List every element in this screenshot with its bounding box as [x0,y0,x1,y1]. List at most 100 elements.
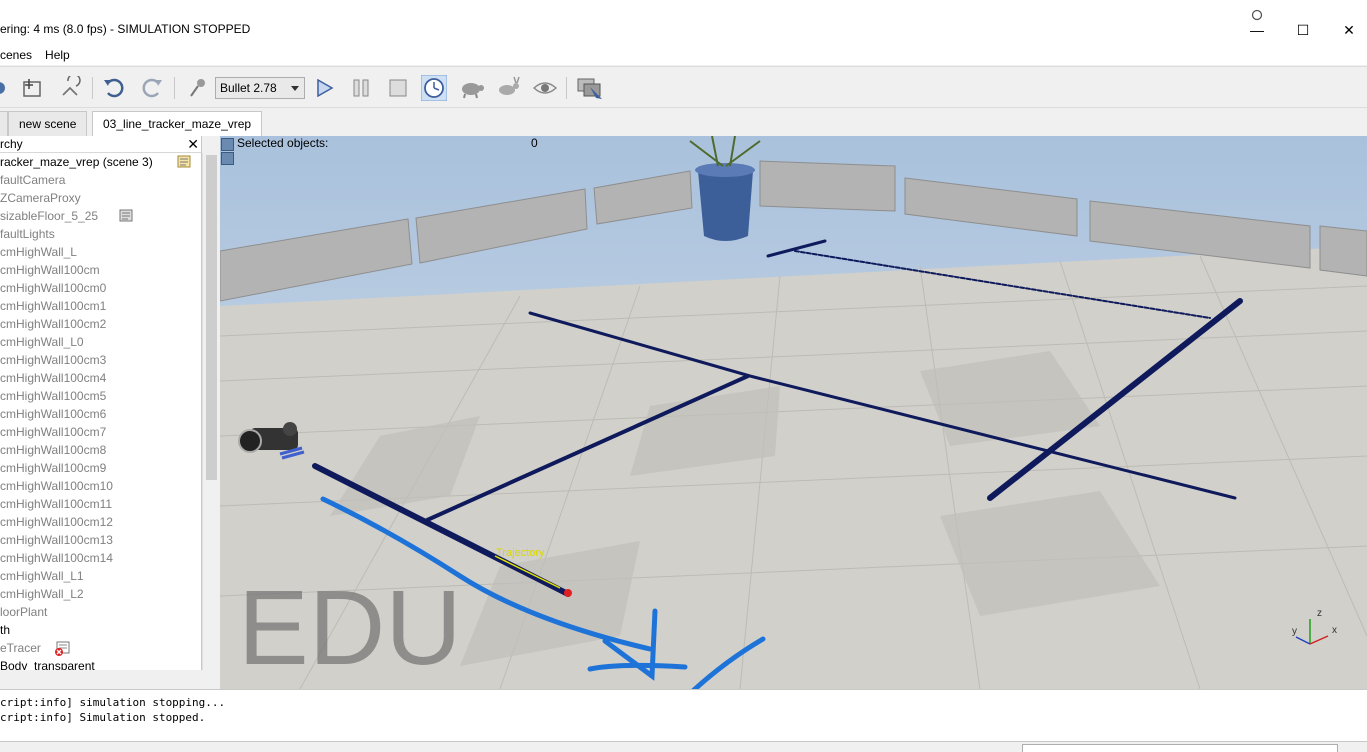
hierarchy-item[interactable]: cmHighWall100cm2 [0,315,201,333]
hierarchy-item-label: cmHighWall100cm13 [0,533,113,547]
hierarchy-item[interactable]: Body_transparent [0,657,201,670]
menu-bar: cenes Help [0,45,1367,65]
hierarchy-item[interactable]: faultCamera [0,171,201,189]
hierarchy-item[interactable]: cmHighWall100cm10 [0,477,201,495]
hierarchy-item-label: cmHighWall100cm3 [0,353,107,367]
script-error-icon [55,641,70,656]
close-icon[interactable]: ✕ [187,136,199,152]
hierarchy-item[interactable]: cmHighWall_L0 [0,333,201,351]
play-icon[interactable] [311,75,337,101]
hierarchy-item[interactable]: sizableFloor_5_25 [0,207,201,225]
console-line: cript:info] simulation stopping... [0,696,226,709]
redo-icon[interactable] [139,75,165,101]
console-line: cript:info] Simulation stopped. [0,711,206,724]
hierarchy-item[interactable]: faultLights [0,225,201,243]
undo-icon[interactable] [101,75,127,101]
visualization-icon[interactable] [532,75,558,101]
hierarchy-item-label: th [0,623,11,637]
hierarchy-item[interactable]: cmHighWall100cm3 [0,351,201,369]
hierarchy-item-label: Body_transparent [0,659,95,670]
hierarchy-item-label: cmHighWall100cm5 [0,389,107,403]
status-console: cript:info] simulation stopping... cript… [0,689,1367,741]
tab-line-tracker-maze[interactable]: 03_line_tracker_maze_vrep [92,111,263,136]
hierarchy-item[interactable]: cmHighWall_L1 [0,567,201,585]
minimize-button[interactable]: — [1234,18,1280,42]
scene-hierarchy-panel: rchy ✕ racker_maze_vrep (scene 3) faultC… [0,136,202,670]
toolbar: Bullet 2.78 [0,66,1367,108]
layers-icon[interactable] [576,75,602,101]
collapse-button[interactable] [221,138,234,151]
hierarchy-item[interactable]: cmHighWall100cm0 [0,279,201,297]
speed-up-icon[interactable] [495,75,521,101]
title-bar: ering: 4 ms (8.0 fps) - SIMULATION STOPP… [0,0,1367,45]
menu-scenes[interactable]: cenes [0,48,39,62]
hierarchy-item[interactable]: cmHighWall100cm11 [0,495,201,513]
scene-tabs: new scene 03_line_tracker_maze_vrep [0,109,1367,136]
command-input[interactable] [1022,744,1338,752]
hierarchy-item[interactable]: cmHighWall100cm6 [0,405,201,423]
hierarchy-item-label: faultCamera [0,173,66,187]
stop-icon[interactable] [385,75,411,101]
object-shift-icon[interactable] [20,75,46,101]
hierarchy-item-label: cmHighWall100cm12 [0,515,113,529]
hierarchy-title: rchy [0,137,23,151]
minimize-icon: — [1250,22,1264,38]
tab-new-scene[interactable]: new scene [8,111,88,136]
realtime-mode-icon[interactable] [421,75,447,101]
status-bar [0,741,1367,752]
window-title: ering: 4 ms (8.0 fps) - SIMULATION STOPP… [0,22,251,36]
menu-help[interactable]: Help [39,48,77,62]
hierarchy-item[interactable]: cmHighWall100cm14 [0,549,201,567]
tab-label: 03_line_tracker_maze_vrep [103,117,252,131]
hierarchy-item[interactable]: cmHighWall100cm4 [0,369,201,387]
expand-button[interactable] [221,152,234,165]
hierarchy-item[interactable]: cmHighWall_L [0,243,201,261]
hierarchy-item[interactable]: cmHighWall100cm5 [0,387,201,405]
hierarchy-item-label: racker_maze_vrep (scene 3) [0,155,153,169]
hierarchy-item[interactable]: cmHighWall100cm8 [0,441,201,459]
hierarchy-item-label: cmHighWall_L0 [0,335,84,349]
hierarchy-item-label: cmHighWall100cm10 [0,479,113,493]
maximize-icon: ☐ [1296,21,1310,38]
hierarchy-item[interactable]: cmHighWall100cm9 [0,459,201,477]
hierarchy-item-label: cmHighWall100cm14 [0,551,113,565]
tab-partial[interactable] [0,111,8,136]
hierarchy-item-label: cmHighWall_L1 [0,569,84,583]
partial-tool-icon[interactable] [0,75,16,101]
slow-down-icon[interactable] [458,75,484,101]
hierarchy-item-label: cmHighWall_L [0,245,77,259]
selected-objects-count: 0 [531,136,538,150]
maximize-button[interactable]: ☐ [1280,18,1326,42]
hierarchy-item-label: cmHighWall_L2 [0,587,84,601]
object-rotate-icon[interactable] [57,75,83,101]
dynamics-icon[interactable] [185,75,211,101]
hierarchy-item-label: cmHighWall100cm [0,263,100,277]
scrollbar-thumb[interactable] [206,155,217,480]
hierarchy-item[interactable]: cmHighWall100cm13 [0,531,201,549]
script-icon [119,209,133,222]
hierarchy-item[interactable]: ZCameraProxy [0,189,201,207]
hierarchy-item[interactable]: cmHighWall100cm [0,261,201,279]
hierarchy-item[interactable]: cmHighWall_L2 [0,585,201,603]
hierarchy-item-label: cmHighWall100cm9 [0,461,107,475]
hierarchy-item[interactable]: loorPlant [0,603,201,621]
hierarchy-item[interactable]: th [0,621,201,639]
hierarchy-item[interactable]: cmHighWall100cm1 [0,297,201,315]
hierarchy-item-label: cmHighWall100cm1 [0,299,107,313]
physics-engine-select[interactable]: Bullet 2.78 [215,77,305,99]
pause-icon[interactable] [348,75,374,101]
hierarchy-scrollbar[interactable] [202,153,219,670]
hierarchy-item-label: cmHighWall100cm0 [0,281,107,295]
hierarchy-item-label: eTracer [0,641,41,655]
hierarchy-item[interactable]: cmHighWall100cm12 [0,513,201,531]
chevron-down-icon [291,86,299,91]
hierarchy-item-label: loorPlant [0,605,48,619]
hierarchy-item[interactable]: eTracer [0,639,201,657]
hierarchy-item-scene[interactable]: racker_maze_vrep (scene 3) [0,153,201,171]
svg-text:z: z [1317,608,1322,619]
close-button[interactable]: ✕ [1326,18,1367,42]
scene-viewport[interactable]: Trajectory EDU z x y Selected objects: 0 [220,136,1367,689]
svg-text:x: x [1332,625,1337,636]
physics-engine-value: Bullet 2.78 [220,81,277,95]
hierarchy-item[interactable]: cmHighWall100cm7 [0,423,201,441]
